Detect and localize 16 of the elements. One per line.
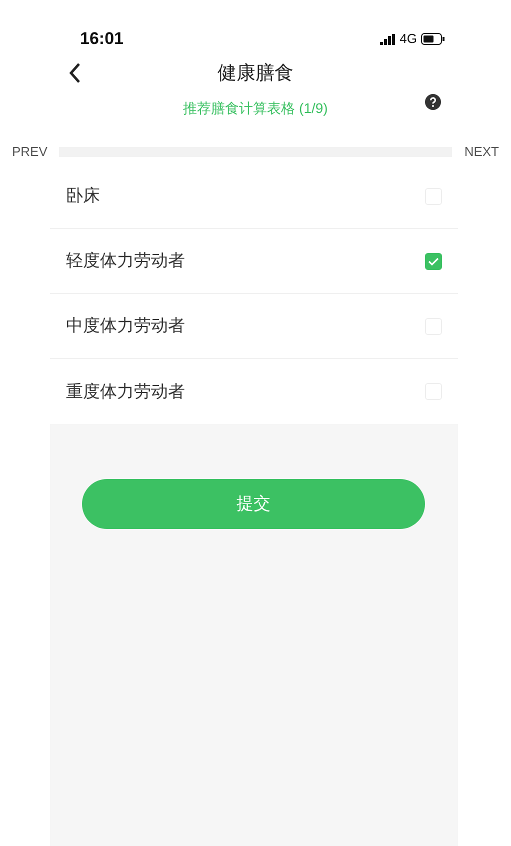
option-label: 中度体力劳动者 xyxy=(66,315,185,338)
prev-button[interactable]: PREV xyxy=(12,142,48,162)
back-icon[interactable] xyxy=(68,62,82,84)
next-button[interactable]: NEXT xyxy=(464,142,499,162)
page-subtitle: 推荐膳食计算表格 (1/9) xyxy=(183,98,328,118)
option-label: 轻度体力劳动者 xyxy=(66,250,185,272)
help-icon[interactable] xyxy=(425,94,441,110)
signal-icon xyxy=(380,34,396,44)
option-label: 重度体力劳动者 xyxy=(66,380,185,403)
status-time: 16:01 xyxy=(80,28,124,50)
battery-icon xyxy=(421,33,445,45)
checkbox[interactable] xyxy=(425,252,442,270)
check-icon xyxy=(428,256,439,266)
page-title: 健康膳食 xyxy=(218,62,294,86)
network-label: 4G xyxy=(400,30,417,48)
option-label: 卧床 xyxy=(66,185,100,208)
